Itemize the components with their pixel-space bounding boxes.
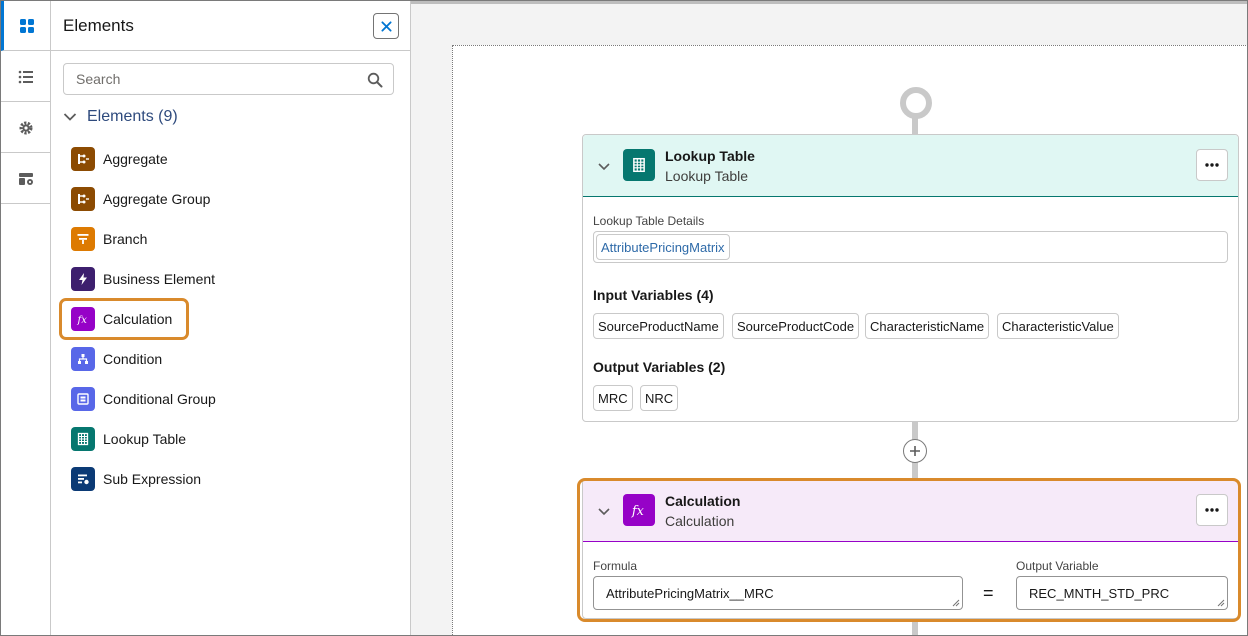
close-icon: [380, 20, 392, 32]
section-label: Elements (9): [87, 108, 178, 125]
panel-title: Elements: [63, 16, 134, 35]
bolt-icon: [71, 267, 95, 291]
element-item-label: Lookup Table: [103, 431, 187, 447]
list-icon: [18, 70, 33, 83]
list-rail-button[interactable]: [1, 52, 50, 102]
close-panel-button[interactable]: [373, 13, 399, 39]
lookup-details-label: Lookup Table Details: [593, 214, 705, 228]
lookup-table-card[interactable]: Lookup Table Lookup Table Lookup Table D…: [582, 134, 1239, 422]
card-title: Lookup Table: [665, 148, 755, 164]
elements-section-toggle[interactable]: Elements (9): [63, 105, 178, 129]
card-subtitle: Lookup Table: [665, 168, 749, 184]
lookup-details-field[interactable]: AttributePricingMatrix: [593, 231, 1228, 263]
output-variable-pill[interactable]: MRC: [593, 385, 633, 411]
element-item-label: Branch: [103, 231, 148, 247]
search-field[interactable]: [63, 63, 394, 95]
input-variable-pill[interactable]: CharacteristicValue: [997, 313, 1119, 339]
left-rail: [1, 1, 51, 635]
element-item-aggregate[interactable]: Aggregate: [71, 147, 168, 171]
element-item-condition[interactable]: Condition: [71, 347, 162, 371]
search-input[interactable]: [76, 71, 356, 87]
element-item-label: Aggregate Group: [103, 191, 211, 207]
chevron-down-icon: [63, 113, 77, 121]
element-item-lookup-table[interactable]: Lookup Table: [71, 427, 186, 451]
aggregate-icon: [71, 147, 95, 171]
hierarchy-icon: [71, 347, 95, 371]
sub-expression-icon: [71, 467, 95, 491]
element-item-branch[interactable]: Branch: [71, 227, 147, 251]
panel-header: Elements: [51, 1, 410, 51]
card-header: Lookup Table Lookup Table: [583, 135, 1238, 197]
element-item-label: Condition: [103, 351, 163, 367]
table-icon: [623, 149, 655, 181]
connector-line: [912, 621, 918, 635]
elements-rail-button[interactable]: [1, 1, 50, 51]
calculation-card-highlight: [577, 478, 1241, 622]
lookup-table-pill[interactable]: AttributePricingMatrix: [596, 234, 730, 260]
search-icon: [367, 72, 383, 88]
more-actions-button[interactable]: [1196, 149, 1228, 181]
element-item-business-element[interactable]: Business Element: [71, 267, 215, 291]
element-item-aggregate-group[interactable]: Aggregate Group: [71, 187, 210, 211]
group-icon: [71, 387, 95, 411]
table-icon: [71, 427, 95, 451]
aggregate-group-icon: [71, 187, 95, 211]
gear-icon: [19, 121, 32, 134]
output-variables-heading: Output Variables (2): [593, 359, 726, 375]
layout-rail-button[interactable]: [1, 154, 50, 204]
chevron-down-icon[interactable]: [597, 159, 611, 173]
layout-settings-icon: [18, 172, 33, 185]
element-item-label: Business Element: [103, 271, 216, 287]
add-element-button[interactable]: [903, 439, 927, 463]
input-variable-pill[interactable]: SourceProductCode: [732, 313, 860, 339]
element-item-sub-expression[interactable]: Sub Expression: [71, 467, 201, 491]
start-node[interactable]: [900, 87, 932, 119]
input-variable-pill[interactable]: CharacteristicName: [865, 313, 990, 339]
plus-icon: [910, 446, 920, 456]
element-item-conditional-group[interactable]: Conditional Group: [71, 387, 216, 411]
calculation-highlight: [59, 298, 189, 340]
element-item-label: Aggregate: [103, 151, 168, 167]
settings-rail-button[interactable]: [1, 103, 50, 153]
grid-icon: [20, 18, 34, 33]
input-variable-pill[interactable]: SourceProductName: [593, 313, 724, 339]
branch-icon: [71, 227, 95, 251]
element-item-label: Sub Expression: [103, 471, 202, 487]
input-variables-heading: Input Variables (4): [593, 287, 714, 303]
element-item-label: Conditional Group: [103, 391, 216, 407]
output-variable-pill[interactable]: NRC: [640, 385, 679, 411]
app-frame: Elements Elements (9) Aggregate Aggregat…: [0, 0, 1248, 636]
more-icon: [1205, 163, 1219, 167]
